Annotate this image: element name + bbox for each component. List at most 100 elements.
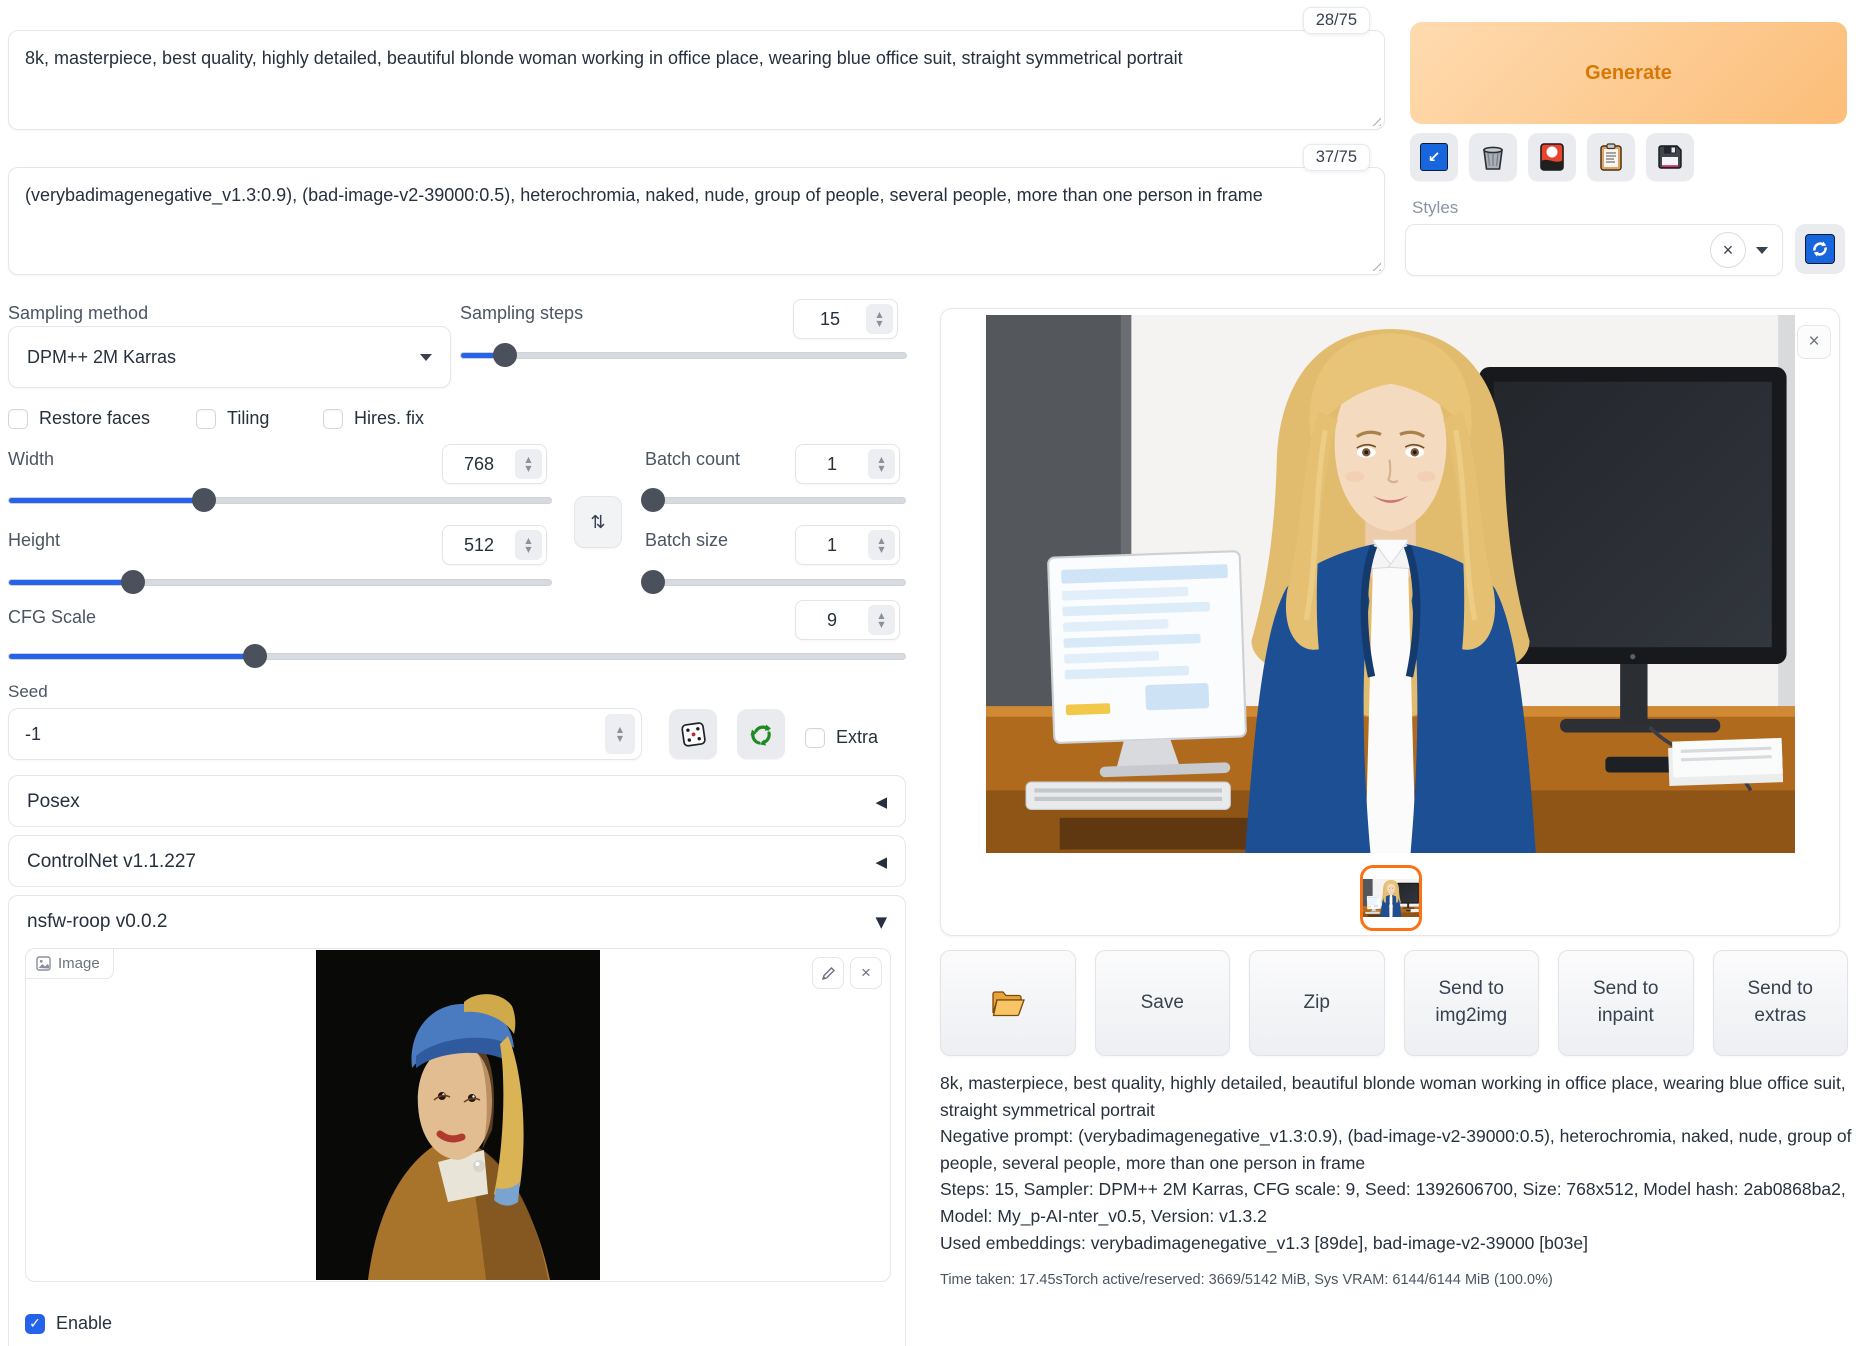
styles-label: Styles bbox=[1412, 198, 1458, 218]
spinner-icon[interactable]: ▲▼ bbox=[866, 304, 893, 334]
refresh-icon bbox=[1805, 234, 1835, 264]
slider-handle[interactable] bbox=[192, 488, 216, 512]
cfg-scale-input[interactable] bbox=[796, 601, 868, 639]
posex-accordion-header[interactable]: Posex ◀ bbox=[9, 776, 905, 828]
save-style-button[interactable] bbox=[1646, 133, 1694, 181]
thumbnail-image bbox=[1363, 879, 1419, 917]
controlnet-label: ControlNet v1.1.227 bbox=[27, 851, 196, 873]
slider-handle[interactable] bbox=[641, 488, 665, 512]
spinner-icon[interactable]: ▲▼ bbox=[515, 449, 542, 479]
tiling-checkbox[interactable]: Tiling bbox=[196, 408, 269, 429]
apply-styles-button[interactable] bbox=[1587, 133, 1635, 181]
sampling-steps-input[interactable] bbox=[794, 300, 866, 338]
cfg-scale-slider[interactable] bbox=[8, 644, 906, 668]
send-to-img2img-button[interactable]: Send to img2img bbox=[1404, 950, 1540, 1056]
seed-input[interactable] bbox=[9, 724, 605, 745]
posex-label: Posex bbox=[27, 791, 80, 813]
batch-count-label: Batch count bbox=[645, 449, 740, 470]
slider-handle[interactable] bbox=[243, 644, 267, 668]
seed-field: ▲▼ bbox=[8, 708, 642, 760]
sampling-steps-slider[interactable] bbox=[460, 343, 907, 367]
spinner-icon[interactable]: ▲▼ bbox=[868, 605, 895, 635]
posex-accordion: Posex ◀ bbox=[8, 775, 906, 827]
remove-image-button[interactable]: × bbox=[850, 957, 882, 989]
roop-label: nsfw-roop v0.0.2 bbox=[27, 911, 167, 933]
card-icon bbox=[1540, 143, 1564, 171]
clear-styles-icon[interactable]: × bbox=[1710, 232, 1746, 268]
source-face-image bbox=[316, 950, 600, 1280]
negative-prompt-input[interactable]: (verybadimagenegative_v1.3:0.9), (bad-im… bbox=[9, 168, 1384, 274]
result-thumbnail[interactable] bbox=[1360, 865, 1422, 931]
seed-label: Seed bbox=[8, 682, 48, 702]
negative-token-counter: 37/75 bbox=[1303, 144, 1370, 171]
slider-handle[interactable] bbox=[641, 570, 665, 594]
folder-icon bbox=[991, 989, 1025, 1017]
prompt-input[interactable]: 8k, masterpiece, best quality, highly de… bbox=[9, 31, 1384, 129]
batch-size-label: Batch size bbox=[645, 530, 728, 551]
width-number: ▲▼ bbox=[442, 444, 547, 484]
send-to-inpaint-button[interactable]: Send to inpaint bbox=[1558, 950, 1694, 1056]
spinner-icon[interactable]: ▲▼ bbox=[515, 530, 542, 560]
clipboard-icon bbox=[1599, 143, 1623, 171]
roop-accordion-header[interactable]: nsfw-roop v0.0.2 ▼ bbox=[9, 896, 905, 948]
generated-image[interactable] bbox=[986, 315, 1795, 853]
checkbox-icon[interactable] bbox=[323, 409, 343, 429]
height-input[interactable] bbox=[443, 526, 515, 564]
face-image-upload[interactable]: Image × bbox=[25, 948, 891, 1282]
checkbox-icon[interactable] bbox=[805, 728, 825, 748]
styles-dropdown[interactable]: × bbox=[1405, 224, 1783, 276]
generate-button[interactable]: Generate bbox=[1410, 22, 1847, 124]
spinner-icon[interactable]: ▲▼ bbox=[605, 714, 635, 754]
chevron-down-icon[interactable] bbox=[1756, 247, 1768, 254]
save-button[interactable]: Save bbox=[1095, 950, 1231, 1056]
batch-count-slider[interactable] bbox=[645, 488, 906, 512]
prompt-token-counter: 28/75 bbox=[1303, 7, 1370, 34]
width-input[interactable] bbox=[443, 445, 515, 483]
batch-size-slider[interactable] bbox=[645, 570, 906, 594]
close-gallery-button[interactable]: × bbox=[1797, 325, 1831, 359]
controlnet-accordion: ControlNet v1.1.227 ◀ bbox=[8, 835, 906, 887]
sampling-method-dropdown[interactable]: DPM++ 2M Karras bbox=[8, 326, 451, 388]
restore-faces-checkbox[interactable]: Restore faces bbox=[8, 408, 150, 429]
cfg-scale-number: ▲▼ bbox=[795, 600, 900, 640]
refresh-styles-button[interactable] bbox=[1795, 224, 1845, 274]
negative-prompt-box: 37/75 (verybadimagenegative_v1.3:0.9), (… bbox=[8, 167, 1385, 275]
hires-fix-checkbox[interactable]: Hires. fix bbox=[323, 408, 424, 429]
checkbox-checked-icon[interactable]: ✓ bbox=[25, 1314, 45, 1334]
batch-size-input[interactable] bbox=[796, 526, 868, 564]
extra-seed-checkbox[interactable]: Extra bbox=[805, 727, 878, 748]
sampling-steps-label: Sampling steps bbox=[460, 303, 583, 324]
controlnet-accordion-header[interactable]: ControlNet v1.1.227 ◀ bbox=[9, 836, 905, 888]
clear-prompt-button[interactable] bbox=[1469, 133, 1517, 181]
info-negative-line: Negative prompt: (verybadimagenegative_v… bbox=[940, 1123, 1852, 1176]
slider-handle[interactable] bbox=[493, 343, 517, 367]
spinner-icon[interactable]: ▲▼ bbox=[868, 530, 895, 560]
result-actions: Save Zip Send to img2img Send to inpaint… bbox=[940, 950, 1848, 1056]
swap-dimensions-button[interactable]: ⇅ bbox=[574, 496, 622, 548]
batch-count-input[interactable] bbox=[796, 445, 868, 483]
result-gallery: × bbox=[940, 308, 1840, 936]
restore-faces-label: Restore faces bbox=[39, 408, 150, 429]
image-tab: Image bbox=[25, 948, 114, 979]
zip-button[interactable]: Zip bbox=[1249, 950, 1385, 1056]
height-slider[interactable] bbox=[8, 570, 552, 594]
reuse-seed-button[interactable] bbox=[737, 709, 785, 759]
open-folder-button[interactable] bbox=[940, 950, 1076, 1056]
arrow-down-left-icon: ↙ bbox=[1420, 143, 1448, 171]
checkbox-icon[interactable] bbox=[8, 409, 28, 429]
spinner-icon[interactable]: ▲▼ bbox=[868, 449, 895, 479]
checkbox-icon[interactable] bbox=[196, 409, 216, 429]
chevron-down-icon bbox=[420, 354, 432, 361]
width-slider[interactable] bbox=[8, 488, 552, 512]
height-number: ▲▼ bbox=[442, 525, 547, 565]
read-generation-params-button[interactable]: ↙ bbox=[1410, 133, 1458, 181]
random-seed-button[interactable] bbox=[669, 709, 717, 759]
edit-image-button[interactable] bbox=[812, 957, 844, 989]
prompt-box: 28/75 8k, masterpiece, best quality, hig… bbox=[8, 30, 1385, 130]
image-icon bbox=[36, 956, 51, 971]
collapsed-arrow-icon: ◀ bbox=[875, 793, 887, 811]
slider-handle[interactable] bbox=[121, 570, 145, 594]
extra-networks-button[interactable] bbox=[1528, 133, 1576, 181]
roop-enable-checkbox[interactable]: ✓ Enable bbox=[25, 1313, 112, 1334]
send-to-extras-button[interactable]: Send to extras bbox=[1713, 950, 1849, 1056]
